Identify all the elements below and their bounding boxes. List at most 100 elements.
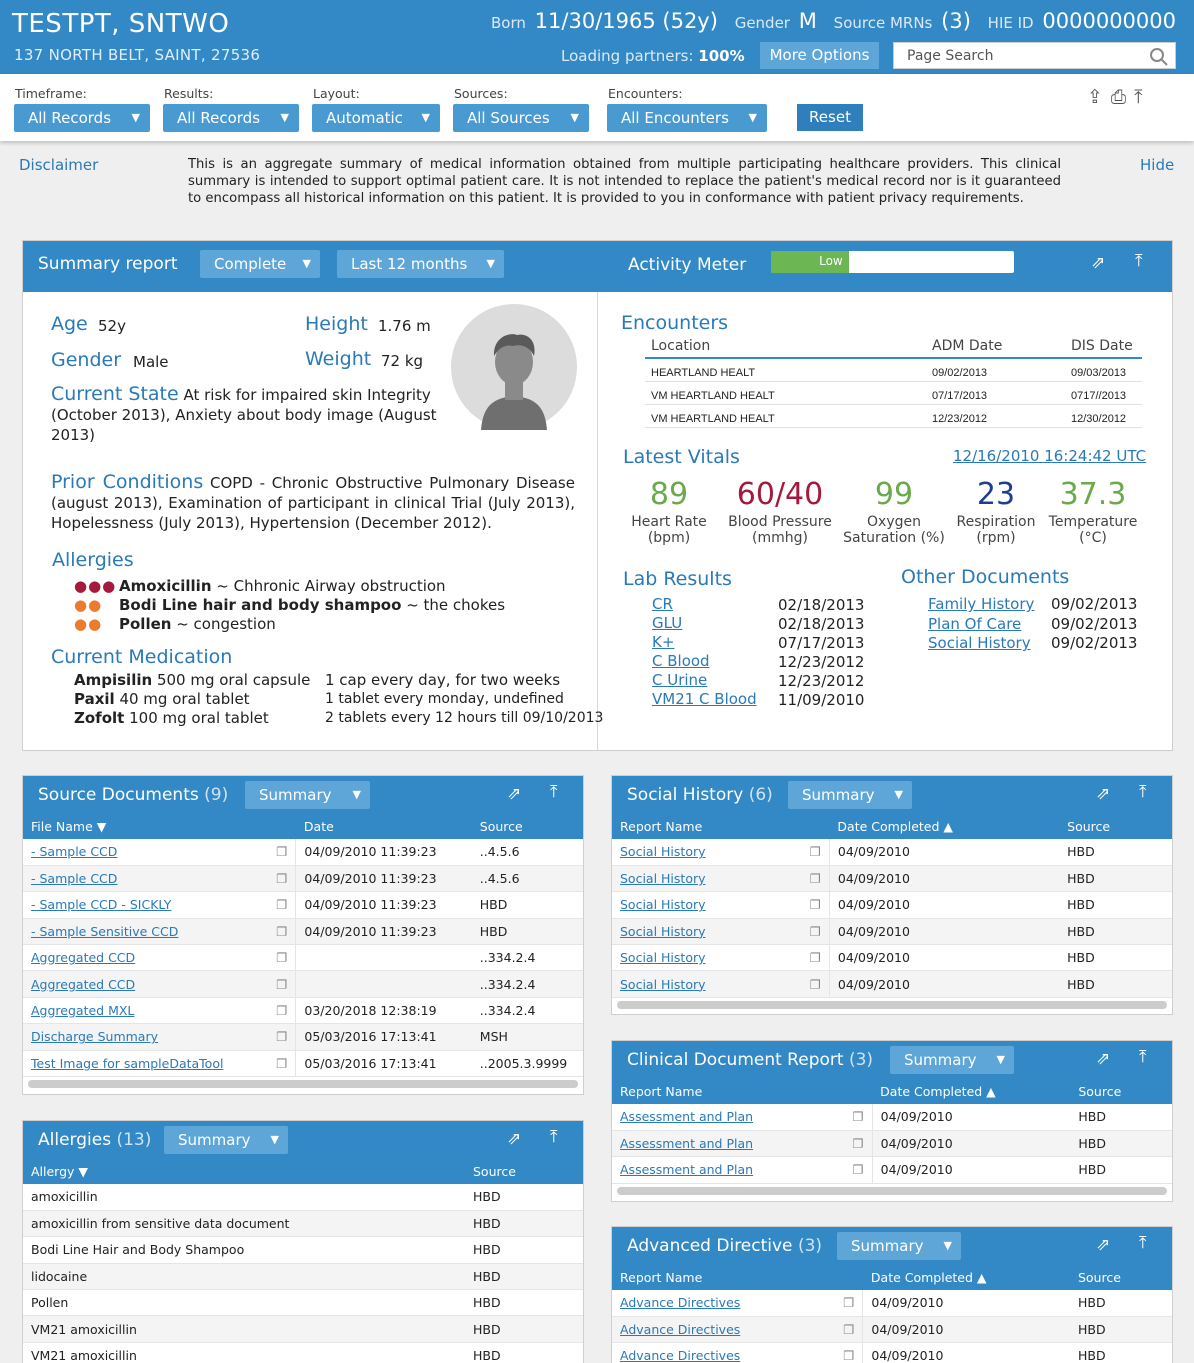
search-icon[interactable] [1149, 47, 1169, 67]
collapse-top-icon[interactable]: ⤒ [1139, 1233, 1147, 1253]
social-history-view-dropdown[interactable]: Summary ▼ [788, 781, 912, 809]
lab-result-link[interactable]: C Blood [652, 652, 710, 670]
timeframe-dropdown[interactable]: All Records ▼ [14, 104, 150, 132]
table-row[interactable]: Social History ❐ 04/09/2010 HBD [612, 970, 1172, 998]
lab-result-link[interactable]: VM21 C Blood [652, 690, 757, 708]
table-row[interactable]: Social History ❐ 04/09/2010 HBD [612, 839, 1172, 866]
encounters-dropdown[interactable]: All Encounters ▼ [607, 104, 767, 132]
document-link[interactable]: Assessment and Plan [620, 1136, 753, 1151]
table-row[interactable]: Social History ❐ 04/09/2010 HBD [612, 944, 1172, 972]
sources-dropdown[interactable]: All Sources ▼ [453, 104, 589, 132]
table-row[interactable]: Assessment and Plan ❐ 04/09/2010 HBD [612, 1104, 1172, 1131]
document-icon[interactable]: ❐ [255, 918, 297, 946]
table-row[interactable]: Aggregated CCD ❐ ..334.2.4 [23, 944, 583, 972]
mrn-label[interactable]: Source MRNs [834, 14, 933, 32]
allergies-view-dropdown[interactable]: Summary ▼ [164, 1126, 288, 1154]
column-header[interactable]: File Name ▼ [23, 813, 256, 839]
encounter-row[interactable]: HEARTLAND HEALT 09/02/2013 09/03/2013 [645, 359, 1142, 382]
document-link[interactable]: Discharge Summary [31, 1029, 158, 1044]
table-row[interactable]: Social History ❐ 04/09/2010 HBD [612, 891, 1172, 919]
document-icon[interactable]: ❐ [816, 1316, 864, 1344]
table-row[interactable]: Advance Directives ❐ 04/09/2010 HBD [612, 1342, 1172, 1363]
summary-range-dropdown[interactable]: Last 12 months ▼ [337, 250, 504, 278]
column-header[interactable]: Source [1069, 1264, 1172, 1290]
document-link[interactable]: Social History [620, 924, 706, 939]
table-row[interactable]: Bodi Line Hair and Body Shampoo HBD [23, 1236, 583, 1264]
document-link[interactable]: - Sample CCD [31, 871, 117, 886]
document-icon[interactable]: ❐ [816, 1290, 864, 1317]
mrn-value[interactable]: (3) [941, 9, 971, 33]
expand-icon[interactable]: ⇗ [507, 1129, 521, 1149]
column-header[interactable]: Date Completed ▲ [862, 1264, 1070, 1290]
collapse-top-icon[interactable]: ⤒ [1139, 782, 1147, 802]
document-link[interactable]: - Sample CCD - SICKLY [31, 897, 171, 912]
table-row[interactable]: lidocaine HBD [23, 1263, 583, 1291]
clinical-document-view-dropdown[interactable]: Summary ▼ [890, 1046, 1014, 1074]
document-icon[interactable]: ❐ [255, 865, 297, 893]
print-icon[interactable]: ⎙ [1111, 86, 1134, 108]
column-header[interactable]: Report Name [612, 1078, 826, 1104]
document-link[interactable]: Social History [620, 844, 706, 859]
document-icon[interactable]: ❐ [786, 865, 830, 893]
table-row[interactable]: Assessment and Plan ❐ 04/09/2010 HBD [612, 1130, 1172, 1158]
collapse-top-icon[interactable]: ⤒ [1134, 86, 1150, 108]
expand-icon[interactable]: ⇗ [1096, 784, 1110, 804]
expand-icon[interactable]: ⇗ [1096, 1049, 1110, 1069]
layout-dropdown[interactable]: Automatic ▼ [312, 104, 440, 132]
document-icon[interactable]: ❐ [786, 839, 830, 866]
document-icon[interactable]: ❐ [255, 891, 297, 919]
document-icon[interactable]: ❐ [786, 918, 830, 946]
encounter-row[interactable]: VM HEARTLAND HEALT 07/17/2013 0717//2013 [645, 382, 1142, 405]
column-header[interactable]: Source [465, 1158, 583, 1184]
document-link[interactable]: Assessment and Plan [620, 1162, 753, 1177]
document-icon[interactable]: ❐ [255, 997, 297, 1025]
column-header[interactable]: Report Name [612, 813, 787, 839]
table-row[interactable]: Pollen HBD [23, 1289, 583, 1317]
document-link[interactable]: Aggregated CCD [31, 950, 135, 965]
reset-button[interactable]: Reset [797, 104, 863, 131]
other-document-link[interactable]: Family History [928, 595, 1034, 613]
table-row[interactable]: - Sample CCD ❐ 04/09/2010 11:39:23 ..4.5.6 [23, 839, 583, 866]
column-header[interactable]: Date Completed ▲ [872, 1078, 1071, 1104]
column-header[interactable]: Report Name [612, 1264, 816, 1290]
horizontal-scrollbar[interactable] [617, 1187, 1167, 1195]
table-row[interactable]: Social History ❐ 04/09/2010 HBD [612, 918, 1172, 946]
table-row[interactable]: - Sample Sensitive CCD ❐ 04/09/2010 11:39:… [23, 918, 583, 946]
collapse-top-icon[interactable]: ⤒ [1135, 251, 1143, 271]
lab-result-link[interactable]: K+ [652, 633, 674, 651]
table-row[interactable]: Assessment and Plan ❐ 04/09/2010 HBD [612, 1156, 1172, 1184]
document-link[interactable]: - Sample Sensitive CCD [31, 924, 178, 939]
document-link[interactable]: Social History [620, 950, 706, 965]
column-header[interactable]: Source [471, 813, 583, 839]
document-icon[interactable]: ❐ [255, 1050, 297, 1078]
column-header[interactable]: Source [1070, 1078, 1172, 1104]
vitals-timestamp-link[interactable]: 12/16/2010 16:24:42 UTC [953, 447, 1146, 465]
collapse-top-icon[interactable]: ⤒ [1139, 1047, 1147, 1067]
summary-type-dropdown[interactable]: Complete ▼ [200, 250, 320, 278]
table-row[interactable]: Test Image for sampleDataTool ❐ 05/03/2016… [23, 1050, 583, 1078]
lab-result-link[interactable]: C Urine [652, 671, 707, 689]
other-document-link[interactable]: Plan Of Care [928, 615, 1021, 633]
table-row[interactable]: VM21 amoxicillin HBD [23, 1315, 583, 1343]
page-search-input[interactable]: Page Search [893, 42, 1176, 69]
collapse-top-icon[interactable]: ⤒ [550, 782, 558, 802]
expand-icon[interactable]: ⇗ [1091, 253, 1105, 273]
document-icon[interactable]: ❐ [825, 1130, 873, 1158]
other-document-link[interactable]: Social History [928, 634, 1031, 652]
column-header[interactable]: Date [295, 813, 472, 839]
disclaimer-link[interactable]: Disclaimer [19, 156, 98, 174]
document-link[interactable]: Advance Directives [620, 1295, 740, 1310]
document-icon[interactable]: ❐ [255, 1023, 297, 1051]
document-icon[interactable]: ❐ [825, 1104, 873, 1131]
table-row[interactable]: Social History ❐ 04/09/2010 HBD [612, 865, 1172, 893]
document-link[interactable]: - Sample CCD [31, 844, 117, 859]
document-icon[interactable]: ❐ [255, 944, 297, 972]
document-link[interactable]: Test Image for sampleDataTool [31, 1056, 223, 1071]
collapse-top-icon[interactable]: ⤒ [550, 1127, 558, 1147]
document-link[interactable]: Social History [620, 977, 706, 992]
expand-icon[interactable]: ⇗ [507, 784, 521, 804]
document-icon[interactable]: ❐ [255, 970, 297, 998]
expand-icon[interactable]: ⇗ [1096, 1235, 1110, 1255]
table-row[interactable]: - Sample CCD ❐ 04/09/2010 11:39:23 ..4.5.6 [23, 865, 583, 893]
table-row[interactable]: amoxicillin HBD [23, 1184, 583, 1211]
